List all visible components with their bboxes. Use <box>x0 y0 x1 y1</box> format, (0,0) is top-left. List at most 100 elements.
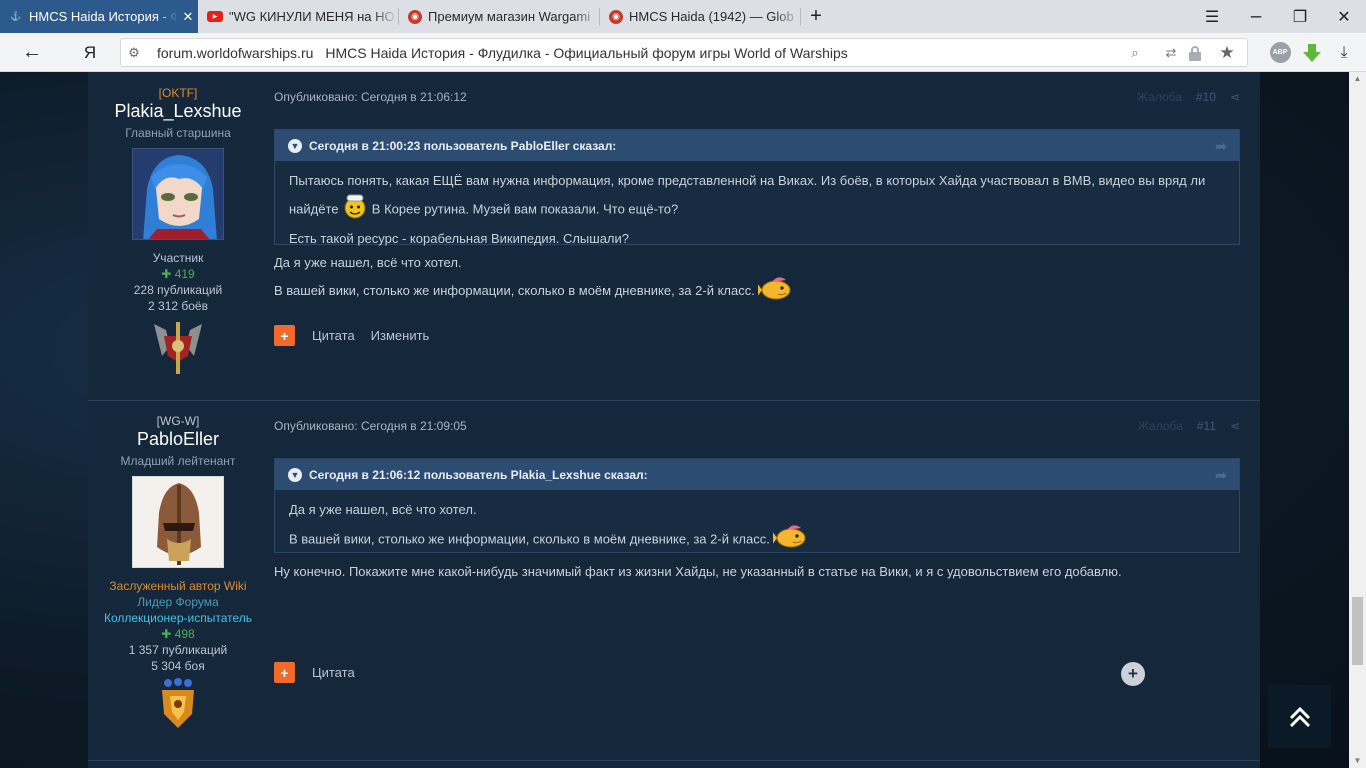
tab-hmcs-haida-global-wiki[interactable]: ◉ HMCS Haida (1942) — Glob <box>600 0 800 33</box>
reputation: ✚ 419 <box>88 266 268 282</box>
page-scrollbar[interactable]: ▲ ▼ <box>1349 72 1366 768</box>
new-tab-button[interactable]: + <box>795 0 837 33</box>
author-nickname[interactable]: PabloEller <box>88 429 268 450</box>
site-settings-icon[interactable]: ⚙ <box>121 45 147 61</box>
post-count: 228 публикаций <box>133 283 223 297</box>
adblock-icon[interactable]: ABP <box>1266 33 1294 72</box>
badge-collector-tester: Коллекционер-испытатель <box>103 611 253 625</box>
close-window-button[interactable]: ✕ <box>1322 0 1366 33</box>
post-number-link[interactable]: #10 <box>1196 90 1216 104</box>
post-text-line: В вашей вики, столько же информации, ско… <box>274 274 1240 309</box>
tab-title: "WG КИНУЛИ МЕНЯ на НО <box>229 9 395 24</box>
report-link[interactable]: Жалоба <box>1138 419 1183 433</box>
rank-emblem-icon <box>88 316 268 379</box>
close-tab-icon[interactable]: ✕ <box>178 9 198 25</box>
report-link[interactable]: Жалоба <box>1137 90 1182 104</box>
post-actions: + Цитата <box>274 662 355 683</box>
search-icon[interactable]: ⌕ <box>1123 39 1147 66</box>
minimize-button[interactable]: – <box>1234 0 1278 33</box>
post-divider <box>88 760 1260 761</box>
quote-header: ▼ Сегодня в 21:00:23 пользователь PabloE… <box>275 130 1239 161</box>
forum-thread: [OKTF] Plakia_Lexshue Главный старшина У… <box>88 72 1260 768</box>
quote-body: Да я уже нашел, всё что хотел. В вашей в… <box>275 490 1239 564</box>
post-author-panel: [OKTF] Plakia_Lexshue Главный старшина У… <box>88 86 268 379</box>
tab-youtube-video[interactable]: ▶ "WG КИНУЛИ МЕНЯ на НО <box>198 0 398 33</box>
post-text-line: Да я уже нашел, всё что хотел. <box>274 255 462 270</box>
sailor-smiley-icon <box>342 193 368 227</box>
youtube-icon: ▶ <box>207 11 223 22</box>
go-to-quote-icon[interactable]: ➦ <box>1215 138 1227 155</box>
author-rank: Главный старшина <box>125 126 231 140</box>
translate-icon[interactable]: ⇄ <box>1159 39 1183 66</box>
post-text: В вашей вики, столько же информации, ско… <box>274 282 755 298</box>
anchor-icon: ⚓ <box>10 11 22 21</box>
quote-text: В Корее рутина. Музей вам показали. Что … <box>371 201 679 217</box>
browser-menu-button[interactable]: ☰ <box>1190 0 1234 33</box>
restore-button[interactable]: ❐ <box>1278 0 1322 33</box>
edit-button[interactable]: Изменить <box>371 328 430 343</box>
post-text-line: Ну конечно. Покажите мне какой-нибудь зн… <box>274 564 1122 579</box>
avatar[interactable] <box>132 148 224 240</box>
url-page-title: HMCS Haida История - Флудилка - Официаль… <box>325 44 848 61</box>
scrollbar-thumb[interactable] <box>1352 597 1363 665</box>
post-published-date: Опубликовано: Сегодня в 21:09:05 <box>274 419 467 433</box>
post-author-panel: [WG-W] PabloEller Младший лейтенант Засл… <box>88 414 268 733</box>
multiquote-toggle-button[interactable]: + <box>1121 662 1145 686</box>
multiquote-add-button[interactable]: + <box>274 662 295 683</box>
post-number-link[interactable]: #11 <box>1197 419 1216 433</box>
scroll-down-arrow-icon[interactable]: ▼ <box>1349 754 1366 768</box>
tab-wargaming-premium-shop[interactable]: ◉ Премиум магазин Wargami <box>399 0 599 33</box>
post-content: Да я уже нашел, всё что хотел. В вашей в… <box>274 251 1240 309</box>
author-nickname[interactable]: Plakia_Lexshue <box>88 101 268 122</box>
go-to-quote-icon[interactable]: ➦ <box>1215 467 1227 484</box>
quote-button[interactable]: Цитата <box>312 665 355 680</box>
wargaming-icon: ◉ <box>609 9 623 24</box>
tab-hmcs-haida-history[interactable]: ⚓ HMCS Haida История - Ф ✕ <box>0 0 198 33</box>
back-button[interactable]: ← <box>12 33 52 72</box>
url-field[interactable]: ⚙ forum.worldofwarships.ru HMCS Haida Ис… <box>120 38 1248 67</box>
post-controls: Жалоба #10 ⋖ <box>1137 90 1240 104</box>
download-arrow-icon[interactable] <box>1298 33 1326 72</box>
author-rank: Младший лейтенант <box>120 454 236 468</box>
chevron-down-icon[interactable]: ▼ <box>288 138 302 153</box>
quote-line: Пытаюсь понять, какая ЕЩЁ вам нужна инфо… <box>289 173 1206 188</box>
reputation-value: 419 <box>174 267 195 281</box>
chevron-down-icon[interactable]: ▼ <box>288 467 302 482</box>
downloads-icon[interactable]: ⤓ <box>1330 33 1358 72</box>
battle-count: 5 304 боя <box>151 659 205 673</box>
multiquote-add-button[interactable]: + <box>274 325 295 346</box>
badge-wiki-author: Заслуженный автор Wiki <box>109 579 247 593</box>
bookmark-star-icon[interactable]: ★ <box>1215 39 1239 66</box>
browser-tab-bar: ⚓ HMCS Haida История - Ф ✕ ▶ "WG КИНУЛИ … <box>0 0 1366 33</box>
rank-emblem-icon <box>88 678 268 733</box>
quote-header-text[interactable]: Сегодня в 21:06:12 пользователь Plakia_L… <box>309 468 648 482</box>
share-icon[interactable]: ⋖ <box>1230 419 1240 433</box>
scroll-up-arrow-icon[interactable]: ▲ <box>1349 72 1366 86</box>
address-bar: ← Я ⚙ forum.worldofwarships.ru HMCS Haid… <box>0 33 1366 72</box>
quote-text: В вашей вики, столько же информации, ско… <box>289 531 770 547</box>
quote-button[interactable]: Цитата <box>312 328 355 343</box>
share-icon[interactable]: ⋖ <box>1230 90 1240 104</box>
post-count: 1 357 публикаций <box>128 643 228 657</box>
wargaming-icon: ◉ <box>408 9 422 24</box>
quote-line: Есть такой ресурс - корабельная Википеди… <box>289 231 630 246</box>
quote-text: найдёте <box>289 201 339 217</box>
fish-smiley-icon <box>772 522 809 558</box>
lock-icon[interactable] <box>1184 39 1206 66</box>
post-published-date: Опубликовано: Сегодня в 21:06:12 <box>274 90 467 104</box>
scroll-to-top-button[interactable] <box>1268 685 1331 748</box>
clan-tag[interactable]: [OKTF] <box>88 86 268 100</box>
yandex-button[interactable]: Я <box>70 33 110 72</box>
tab-title: HMCS Haida История - Ф <box>29 9 178 24</box>
quote-header-text[interactable]: Сегодня в 21:00:23 пользователь PabloEll… <box>309 139 616 153</box>
forum-page: [OKTF] Plakia_Lexshue Главный старшина У… <box>0 72 1349 768</box>
tab-title: HMCS Haida (1942) — Glob <box>629 9 794 24</box>
reputation-plus-icon: ✚ <box>161 267 172 281</box>
url-domain: forum.worldofwarships.ru <box>157 44 314 61</box>
clan-tag[interactable]: [WG-W] <box>88 414 268 428</box>
reputation-value: 498 <box>174 627 195 641</box>
quote-block: ▼ Сегодня в 21:00:23 пользователь PabloE… <box>274 129 1240 246</box>
chevron-double-up-icon <box>1289 706 1310 727</box>
battle-count: 2 312 боёв <box>148 299 208 313</box>
avatar[interactable] <box>132 476 224 568</box>
